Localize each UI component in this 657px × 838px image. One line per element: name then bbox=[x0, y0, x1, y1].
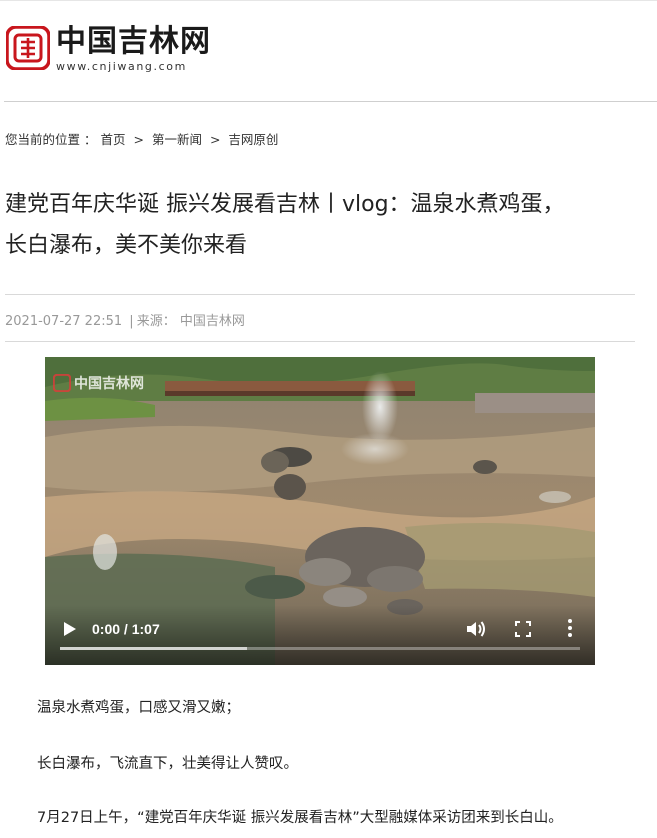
logo-title: 中国吉林网 bbox=[56, 24, 211, 59]
video-progress-bar[interactable] bbox=[60, 647, 580, 650]
breadcrumb-original[interactable]: 吉网原创 bbox=[228, 132, 278, 147]
publish-datetime: 2021-07-27 22:51 bbox=[5, 314, 123, 329]
meta-divider-bottom bbox=[5, 341, 635, 342]
meta-separator: | bbox=[129, 314, 134, 329]
watermark-logo-icon bbox=[53, 374, 71, 392]
breadcrumb-home[interactable]: 首页 bbox=[100, 132, 125, 147]
site-logo[interactable]: 中国吉林网 www.cnjiwang.com bbox=[6, 26, 211, 73]
breadcrumb-first-news[interactable]: 第一新闻 bbox=[152, 132, 202, 147]
logo-emblem-icon bbox=[6, 26, 50, 70]
breadcrumb-prefix: 您当前的位置 ： bbox=[5, 132, 97, 147]
video-time: 0:00 / 1:07 bbox=[92, 621, 160, 637]
time-separator: / bbox=[123, 621, 128, 637]
breadcrumb: 您当前的位置 ： 首页 > 第一新闻 > 吉网原创 bbox=[5, 129, 278, 148]
play-icon[interactable] bbox=[59, 619, 79, 639]
article-paragraph: 长白瀑布，飞流直下，壮美得让人赞叹。 bbox=[37, 756, 298, 772]
header-divider bbox=[4, 101, 657, 102]
breadcrumb-separator: > bbox=[133, 132, 144, 147]
current-time: 0:00 bbox=[92, 621, 121, 637]
article-paragraph: 温泉水煮鸡蛋，口感又滑又嫩； bbox=[37, 700, 240, 716]
duration: 1:07 bbox=[131, 621, 160, 637]
article-title-line2: 长白瀑布，美不美你来看 bbox=[5, 233, 248, 258]
video-watermark: 中国吉林网 bbox=[53, 373, 144, 393]
logo-url: www.cnjiwang.com bbox=[56, 60, 187, 73]
video-controls: 0:00 / 1:07 bbox=[45, 605, 595, 665]
article-title-line1: 建党百年庆华诞 振兴发展看吉林丨vlog：温泉水煮鸡蛋， bbox=[5, 192, 565, 217]
video-buffer-fill bbox=[60, 647, 248, 650]
article-paragraph: 7月27日上午，“建党百年庆华诞 振兴发展看吉林”大型融媒体采访团来到长白山。 bbox=[37, 810, 563, 826]
article-title: 建党百年庆华诞 振兴发展看吉林丨vlog：温泉水煮鸡蛋， 长白瀑布，美不美你来看 bbox=[5, 184, 635, 266]
breadcrumb-separator: > bbox=[209, 132, 221, 147]
watermark-text: 中国吉林网 bbox=[74, 376, 144, 392]
volume-icon[interactable] bbox=[465, 619, 487, 639]
meta-divider-top bbox=[5, 294, 635, 295]
source-label: 来源： bbox=[136, 314, 176, 329]
more-options-icon[interactable] bbox=[560, 617, 580, 639]
video-player[interactable]: 中国吉林网 0:00 / 1:07 bbox=[45, 357, 595, 665]
fullscreen-icon[interactable] bbox=[513, 619, 533, 639]
source-name: 中国吉林网 bbox=[179, 314, 245, 329]
top-divider bbox=[0, 0, 657, 1]
article-meta: 2021-07-27 22:51 | 来源： 中国吉林网 bbox=[5, 310, 245, 329]
